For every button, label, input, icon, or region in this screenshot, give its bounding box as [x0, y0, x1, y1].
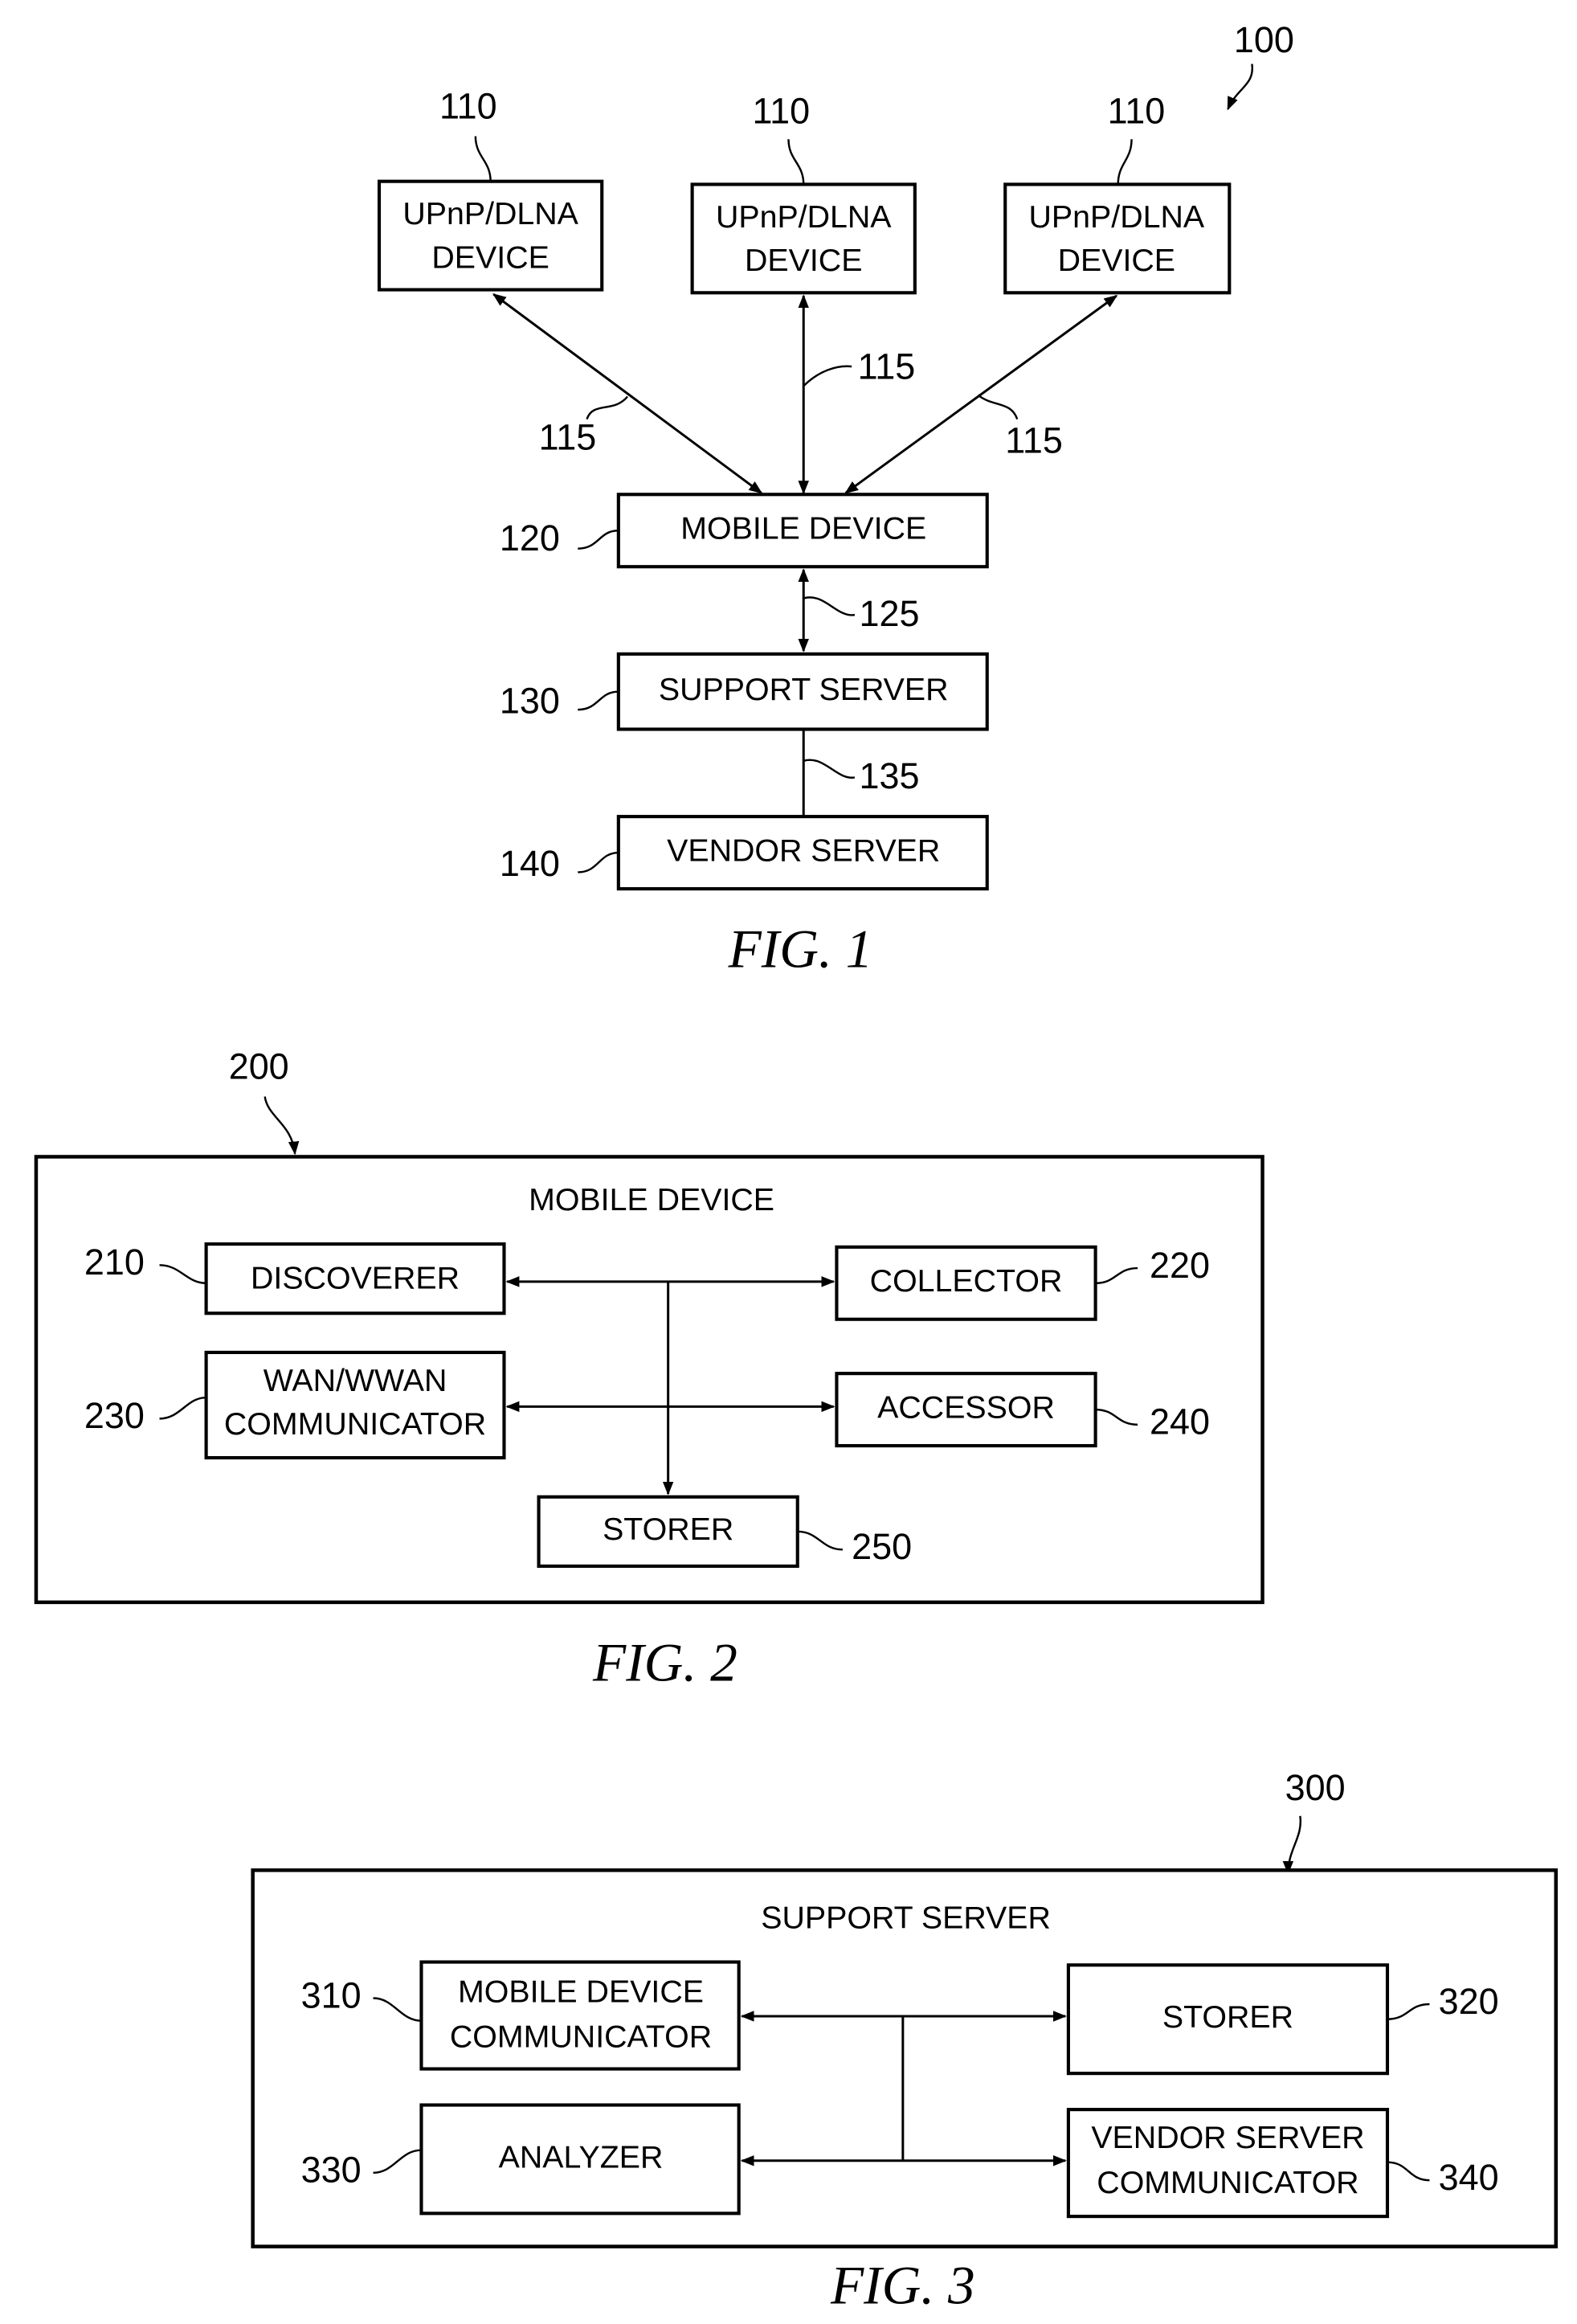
support-server-ref: 130	[500, 681, 560, 722]
support-server-title: SUPPORT SERVER	[761, 1900, 1051, 1935]
storer-label: STORER	[603, 1512, 733, 1547]
vendor-comm-label-line1: VENDOR SERVER	[1091, 2120, 1364, 2155]
link-115-device-1	[492, 293, 763, 494]
link-115-device-3	[844, 294, 1118, 494]
link-135-ref: 135	[860, 755, 920, 796]
figure-1-caption: FIG. 1	[728, 919, 873, 979]
support-server-label: SUPPORT SERVER	[659, 672, 949, 707]
link-125-ref-leader	[803, 596, 856, 616]
figure-2-ref: 200	[229, 1046, 289, 1087]
discoverer-ref: 210	[84, 1242, 145, 1283]
communicator-label-line1: WAN/WWAN	[264, 1363, 447, 1398]
discoverer-label: DISCOVERER	[251, 1260, 460, 1295]
figure-1: 100 110 UPnP/DLNA DEVICE 110 UPnP/DLNA D…	[377, 19, 1294, 979]
upnp-dlna-device-3: 110 UPnP/DLNA DEVICE	[1003, 90, 1232, 295]
support-server-130: 130 SUPPORT SERVER	[500, 652, 989, 731]
vendor-server-ref: 140	[500, 843, 560, 884]
support-server-ref-leader	[578, 690, 619, 711]
device-1-ref-leader	[474, 136, 492, 182]
device-2-label-line1: UPnP/DLNA	[716, 199, 892, 235]
collector-ref: 220	[1150, 1245, 1210, 1286]
analyzer-ref: 330	[301, 2150, 362, 2191]
vendor-server-140: 140 VENDOR SERVER	[500, 815, 989, 891]
storer-3-label: STORER	[1162, 1999, 1293, 2035]
device-3-label-line1: UPnP/DLNA	[1029, 199, 1205, 235]
patent-drawing-sheet: 100 110 UPnP/DLNA DEVICE 110 UPnP/DLNA D…	[34, 19, 1559, 2316]
communicator-label-line2: COMMUNICATOR	[224, 1406, 486, 1442]
upnp-dlna-device-2: 110 UPnP/DLNA DEVICE	[690, 90, 917, 295]
link-1-ref-leader	[586, 395, 629, 420]
collector-label: COLLECTOR	[870, 1263, 1063, 1299]
vendor-comm-label-line2: COMMUNICATOR	[1097, 2165, 1358, 2200]
accessor-label: ACCESSOR	[877, 1390, 1055, 1426]
mobile-comm-label-line1: MOBILE DEVICE	[458, 1974, 704, 2009]
accessor-ref: 240	[1150, 1401, 1210, 1442]
link-2-ref-leader	[803, 365, 852, 387]
device-3-ref: 110	[1108, 90, 1166, 131]
communicator-ref: 230	[84, 1395, 145, 1436]
vendor-comm-ref: 340	[1439, 2157, 1499, 2198]
storer-ref: 250	[852, 1526, 912, 1567]
mobile-comm-ref: 310	[301, 1974, 362, 2015]
mobile-device-title: MOBILE DEVICE	[529, 1182, 774, 1217]
figure-2-caption: FIG. 2	[592, 1632, 737, 1692]
link-3-ref: 115	[1005, 419, 1063, 460]
link-135-ref-leader	[803, 759, 856, 779]
link-1-ref: 115	[539, 417, 597, 458]
figure-3-ref-leader	[1282, 1815, 1302, 1875]
figure-3-caption: FIG. 3	[830, 2256, 975, 2316]
device-3-label-line2: DEVICE	[1058, 243, 1175, 278]
device-3-ref-leader	[1117, 139, 1133, 185]
figure-3-ref: 300	[1285, 1767, 1346, 1808]
figure-2: 200 MOBILE DEVICE 210 DISCOVERER COLLECT…	[34, 1046, 1264, 1692]
vendor-server-ref-leader	[578, 851, 619, 874]
figure-1-ref: 100	[1234, 19, 1294, 60]
figure-3: 300 SUPPORT SERVER 310 MOBILE DEVICE COM…	[251, 1767, 1559, 2316]
device-1-ref: 110	[439, 86, 497, 127]
upnp-dlna-device-1: 110 UPnP/DLNA DEVICE	[377, 86, 604, 292]
mobile-device-label: MOBILE DEVICE	[680, 511, 926, 546]
figure-1-ref-leader	[1227, 63, 1253, 111]
mobile-device-120: 120 MOBILE DEVICE	[500, 493, 989, 569]
device-1-label-line2: DEVICE	[431, 239, 549, 275]
mobile-device-ref: 120	[500, 518, 560, 558]
device-2-ref-leader	[787, 139, 805, 185]
device-1-label-line1: UPnP/DLNA	[402, 196, 578, 231]
mobile-comm-label-line2: COMMUNICATOR	[450, 2019, 712, 2054]
storer-3-ref: 320	[1439, 1981, 1499, 2022]
device-2-label-line2: DEVICE	[745, 243, 862, 278]
figure-2-ref-leader	[264, 1096, 300, 1156]
mobile-device-ref-leader	[578, 530, 619, 550]
link-3-ref-leader	[977, 394, 1019, 420]
analyzer-label: ANALYZER	[499, 2139, 664, 2175]
link-2-ref: 115	[858, 346, 916, 387]
device-2-ref: 110	[753, 90, 811, 131]
vendor-server-label: VENDOR SERVER	[667, 833, 940, 868]
link-125-ref: 125	[860, 593, 920, 634]
